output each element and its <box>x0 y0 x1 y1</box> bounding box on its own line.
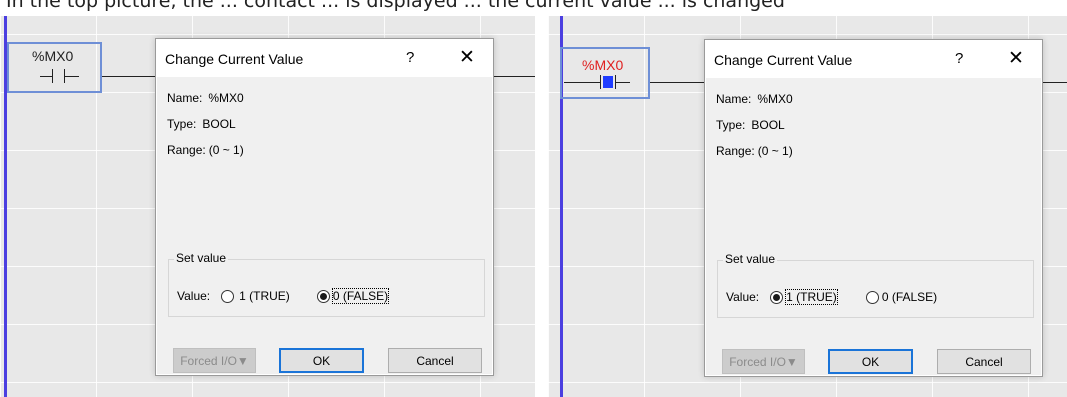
type-label: Type: <box>167 117 197 131</box>
type-value: BOOL <box>202 117 236 131</box>
name-label: Name: <box>716 92 752 106</box>
contact-label-active: %MX0 <box>582 57 624 73</box>
option-false-label[interactable]: 0 (FALSE) <box>882 290 937 304</box>
range-row: Range: (0 ~ 1) <box>716 144 793 158</box>
range-row: Range: (0 ~ 1) <box>167 143 244 157</box>
forced-io-button[interactable]: Forced I/O▼ <box>722 349 805 374</box>
name-row: Name: %MX0 <box>167 91 244 105</box>
dialog-title: Change Current Value <box>165 51 304 67</box>
range-value: (0 ~ 1) <box>208 143 244 157</box>
option-true-label[interactable]: 1 (TRUE) <box>239 289 290 303</box>
dialog-body: Name: %MX0 Type: BOOL Range: (0 ~ 1) Set va… <box>157 77 492 374</box>
set-value-group: Set value Value: 1 (TRUE) 0 (FALSE) <box>168 251 485 317</box>
forced-io-button[interactable]: Forced I/O▼ <box>173 348 256 373</box>
type-label: Type: <box>716 118 746 132</box>
ladder-editor-left[interactable]: %MX0 Change Current Value ? ✕ Name: %MX0 … <box>0 16 535 397</box>
cancel-button[interactable]: Cancel <box>388 348 482 373</box>
radio-false[interactable] <box>316 289 330 303</box>
value-row: Value: 1 (TRUE) 0 (FALSE) <box>726 289 937 305</box>
caption-text: In the top picture, the ... contact ... … <box>6 0 785 12</box>
option-true-label[interactable]: 1 (TRUE) <box>785 289 838 305</box>
set-value-group: Set value Value: 1 (TRUE) 0 (FALSE) <box>717 252 1034 318</box>
radio-false[interactable] <box>865 290 879 304</box>
range-value: (0 ~ 1) <box>757 144 793 158</box>
ok-button[interactable]: OK <box>279 348 364 373</box>
contact-on-fill <box>603 76 613 88</box>
change-current-value-dialog: Change Current Value ? ✕ Name: %MX0 Type:… <box>704 39 1043 377</box>
dialog-body: Name: %MX0 Type: BOOL Range: (0 ~ 1) Set va… <box>706 78 1041 375</box>
range-label: Range: <box>716 144 755 158</box>
value-row: Value: 1 (TRUE) 0 (FALSE) <box>177 288 390 304</box>
option-false-label[interactable]: 0 (FALSE) <box>331 288 390 304</box>
name-row: Name: %MX0 <box>716 92 793 106</box>
name-value: %MX0 <box>208 91 244 105</box>
close-icon[interactable]: ✕ <box>1008 47 1024 70</box>
cropped-caption: In the top picture, the ... contact ... … <box>0 0 1067 16</box>
name-label: Name: <box>167 91 203 105</box>
set-value-legend: Set value <box>723 252 778 266</box>
ok-button[interactable]: OK <box>828 349 913 374</box>
type-row: Type: BOOL <box>716 118 785 132</box>
radio-true[interactable] <box>770 290 784 304</box>
ladder-editor-right[interactable]: %MX0 Change Current Value ? ✕ Name: %MX0 … <box>548 16 1067 397</box>
contact-label: %MX0 <box>32 48 74 64</box>
change-current-value-dialog: Change Current Value ? ✕ Name: %MX0 Type:… <box>155 38 494 376</box>
type-row: Type: BOOL <box>167 117 236 131</box>
name-value: %MX0 <box>757 92 793 106</box>
contact-selection[interactable] <box>560 47 650 99</box>
cancel-button[interactable]: Cancel <box>937 349 1031 374</box>
help-button[interactable]: ? <box>955 50 963 67</box>
dialog-title: Change Current Value <box>714 52 853 68</box>
radio-true[interactable] <box>221 289 235 303</box>
set-value-legend: Set value <box>174 251 229 265</box>
help-button[interactable]: ? <box>406 49 414 66</box>
value-label: Value: <box>726 290 760 304</box>
type-value: BOOL <box>751 118 785 132</box>
panel-separator <box>535 16 548 397</box>
range-label: Range: <box>167 143 206 157</box>
close-icon[interactable]: ✕ <box>459 46 475 69</box>
value-label: Value: <box>177 289 211 303</box>
